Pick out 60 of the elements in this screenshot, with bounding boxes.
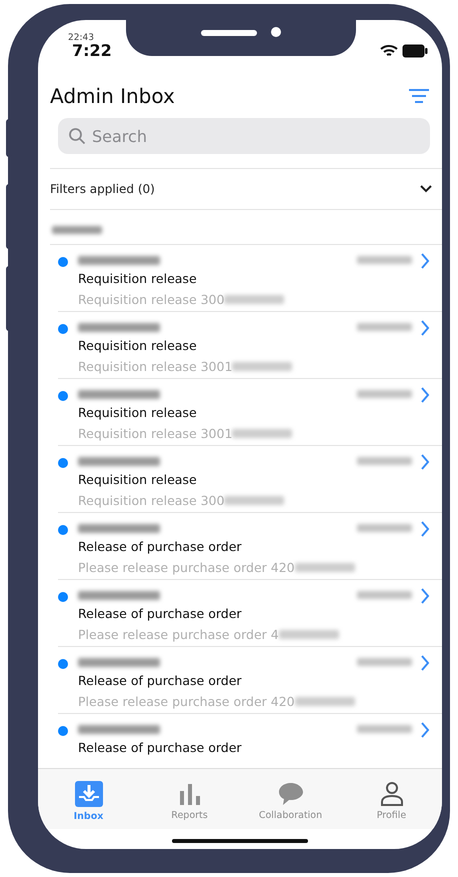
message-preview: Please release purchase order 420 xyxy=(78,694,295,709)
speaker-slot xyxy=(201,30,257,36)
message-row[interactable]: Requisition release Requisition release 3001 xyxy=(58,312,442,379)
message-row[interactable]: Requisition release Requisition release 300 xyxy=(58,446,442,513)
message-title: Release of purchase order xyxy=(78,740,243,755)
page-title: Admin Inbox xyxy=(50,84,175,108)
message-title: Release of purchase order xyxy=(78,606,243,621)
message-preview: Please release purchase order 420 xyxy=(78,560,295,575)
inbox-icon xyxy=(74,780,104,808)
message-row[interactable]: Requisition release Requisition release 300 xyxy=(58,245,442,312)
chevron-icon xyxy=(420,320,430,336)
redacted-text xyxy=(357,524,412,532)
chevron-icon xyxy=(420,454,430,470)
message-preview: Requisition release 3001 xyxy=(78,359,232,374)
chevron-icon xyxy=(420,521,430,537)
message-row[interactable]: Release of purchase order Please release purchase order 4 xyxy=(58,580,442,647)
redacted-text xyxy=(357,256,412,264)
redacted-text xyxy=(357,591,412,599)
redacted-text xyxy=(52,226,102,234)
filters-row[interactable]: Filters applied (0) xyxy=(50,168,442,210)
message-preview: Requisition release 300 xyxy=(78,292,224,307)
status-time-overlay: 22:43 xyxy=(68,33,94,43)
user-icon xyxy=(378,781,404,807)
redacted-text xyxy=(357,390,412,398)
message-title: Release of purchase order xyxy=(78,673,243,688)
chevron-icon xyxy=(420,588,430,604)
filter-menu-icon[interactable] xyxy=(408,88,430,104)
message-preview: Requisition release 3001 xyxy=(78,426,232,441)
message-preview: Requisition release 300 xyxy=(78,493,224,508)
redacted-text xyxy=(224,295,284,304)
message-row[interactable]: Release of purchase order Please release purchase order 420 xyxy=(58,513,442,580)
message-title: Release of purchase order xyxy=(78,539,243,554)
search-field[interactable]: Search xyxy=(58,118,430,154)
redacted-text xyxy=(232,429,292,438)
redacted-text xyxy=(294,697,355,706)
chevron-icon xyxy=(420,387,430,403)
redacted-text xyxy=(224,496,284,505)
status-time: 7:22 xyxy=(72,41,112,60)
chevron-icon xyxy=(420,253,430,269)
speech-bubble-icon xyxy=(276,781,304,807)
camera-dot xyxy=(271,27,281,37)
redacted-text xyxy=(278,630,339,639)
message-preview: Please release purchase order 4 xyxy=(78,627,279,642)
battery-icon xyxy=(402,44,428,58)
redacted-text xyxy=(232,362,292,371)
message-title: Requisition release xyxy=(78,472,198,487)
wifi-icon xyxy=(380,44,398,58)
message-title: Requisition release xyxy=(78,271,198,286)
chevron-icon xyxy=(420,722,430,738)
redacted-text xyxy=(357,323,412,331)
redacted-text xyxy=(294,563,355,572)
message-row[interactable]: Requisition release Requisition release 3001 xyxy=(58,379,442,446)
redacted-text xyxy=(357,658,412,666)
redacted-text xyxy=(357,725,412,733)
search-icon xyxy=(68,127,86,145)
message-title: Requisition release xyxy=(78,405,198,420)
message-title: Requisition release xyxy=(78,338,198,353)
chevron-icon xyxy=(420,655,430,671)
message-row[interactable]: Release of purchase order Please release purchase order 420 xyxy=(58,647,442,714)
redacted-text xyxy=(357,457,412,465)
